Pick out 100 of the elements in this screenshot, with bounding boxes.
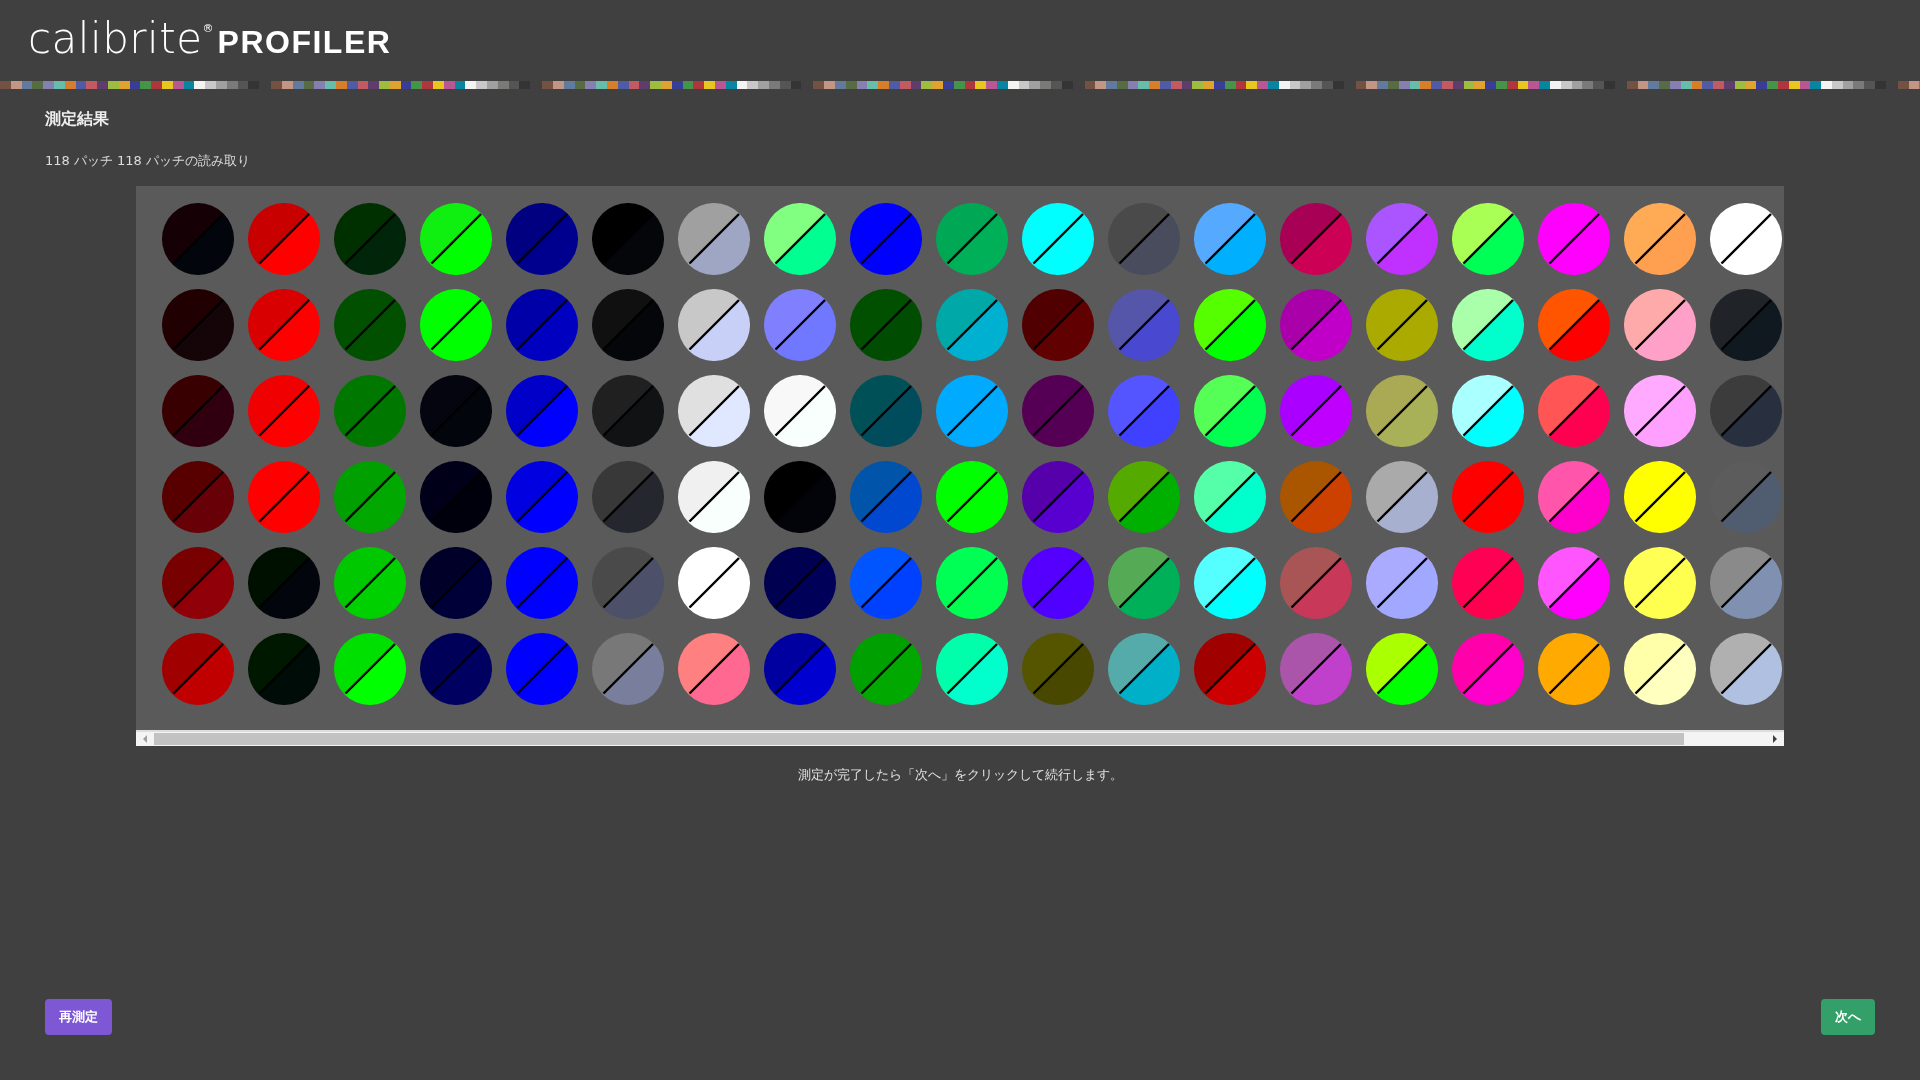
color-patch <box>1366 289 1438 361</box>
color-patch <box>1366 375 1438 447</box>
logo-wordmark: calibrite <box>28 18 203 60</box>
color-patch <box>1624 461 1696 533</box>
color-patch <box>420 375 492 447</box>
color-patch <box>506 375 578 447</box>
color-patch <box>506 289 578 361</box>
color-patch <box>592 633 664 705</box>
color-patch <box>1538 633 1610 705</box>
color-patch <box>334 633 406 705</box>
color-patch <box>1452 289 1524 361</box>
color-patch <box>162 633 234 705</box>
color-patch <box>1710 375 1782 447</box>
color-patch <box>764 203 836 275</box>
color-patch <box>334 289 406 361</box>
color-patch <box>764 547 836 619</box>
color-patch <box>420 461 492 533</box>
color-patch <box>1022 375 1094 447</box>
color-patch <box>1280 547 1352 619</box>
color-patch <box>1538 375 1610 447</box>
remeasure-button[interactable]: 再測定 <box>45 999 112 1035</box>
color-patch <box>334 461 406 533</box>
color-patch <box>334 547 406 619</box>
color-patch <box>1452 547 1524 619</box>
color-patch <box>1280 289 1352 361</box>
color-patch <box>1538 203 1610 275</box>
color-patch <box>850 289 922 361</box>
color-patch <box>1538 289 1610 361</box>
scrollbar-thumb[interactable] <box>154 733 1684 745</box>
color-patch <box>334 375 406 447</box>
color-patch <box>1452 203 1524 275</box>
color-patch <box>1280 375 1352 447</box>
color-patch <box>1194 461 1266 533</box>
color-patch <box>1108 633 1180 705</box>
color-patch <box>1366 547 1438 619</box>
color-patch <box>1452 633 1524 705</box>
color-patch <box>1366 633 1438 705</box>
color-patch <box>1710 289 1782 361</box>
color-patch <box>1194 633 1266 705</box>
color-patch <box>936 633 1008 705</box>
color-patch <box>936 375 1008 447</box>
patch-count-text: 118 パッチ 118 パッチの読み取り <box>45 152 252 170</box>
color-patch <box>678 547 750 619</box>
color-patch <box>678 289 750 361</box>
color-patch <box>162 203 234 275</box>
color-patch <box>1624 203 1696 275</box>
color-patch <box>162 547 234 619</box>
color-patch <box>936 203 1008 275</box>
color-patch <box>1624 633 1696 705</box>
color-patch <box>1538 547 1610 619</box>
color-patch <box>936 547 1008 619</box>
color-patch <box>1366 203 1438 275</box>
horizontal-scrollbar[interactable] <box>136 730 1784 746</box>
page-heading: 測定結果 <box>45 109 110 130</box>
color-patch <box>506 633 578 705</box>
color-patch <box>1194 375 1266 447</box>
color-patch <box>506 461 578 533</box>
color-patch <box>936 289 1008 361</box>
color-patch <box>1108 203 1180 275</box>
color-patch <box>248 203 320 275</box>
color-patch <box>248 547 320 619</box>
color-patch <box>1710 633 1782 705</box>
color-patch <box>506 547 578 619</box>
color-patch <box>1022 461 1094 533</box>
color-patch <box>764 633 836 705</box>
color-patch <box>764 375 836 447</box>
color-patch <box>1710 547 1782 619</box>
color-patch <box>1624 289 1696 361</box>
color-patch <box>248 461 320 533</box>
color-patch <box>1108 461 1180 533</box>
color-patch <box>334 203 406 275</box>
color-patch <box>592 203 664 275</box>
color-patch <box>162 289 234 361</box>
color-patch <box>678 203 750 275</box>
color-patch <box>936 461 1008 533</box>
color-patch <box>1022 633 1094 705</box>
color-patch <box>162 461 234 533</box>
next-button[interactable]: 次へ <box>1821 999 1875 1035</box>
color-patch <box>850 203 922 275</box>
color-patch <box>420 289 492 361</box>
color-patch <box>248 289 320 361</box>
color-patch <box>1624 547 1696 619</box>
color-patch <box>1194 203 1266 275</box>
registered-mark: ® <box>202 22 214 35</box>
color-patch <box>1280 633 1352 705</box>
color-patch <box>850 633 922 705</box>
color-patch <box>1280 461 1352 533</box>
color-patch <box>1194 547 1266 619</box>
color-patch <box>764 461 836 533</box>
color-patch <box>1022 203 1094 275</box>
instruction-text: 測定が完了したら「次へ」をクリックして続行します。 <box>796 766 1124 784</box>
color-patch <box>1280 203 1352 275</box>
color-patch <box>1108 375 1180 447</box>
color-patch <box>1624 375 1696 447</box>
color-patch <box>1366 461 1438 533</box>
color-patch <box>1452 461 1524 533</box>
color-patch <box>592 375 664 447</box>
color-patch <box>678 633 750 705</box>
color-patch <box>592 289 664 361</box>
color-patch <box>248 633 320 705</box>
